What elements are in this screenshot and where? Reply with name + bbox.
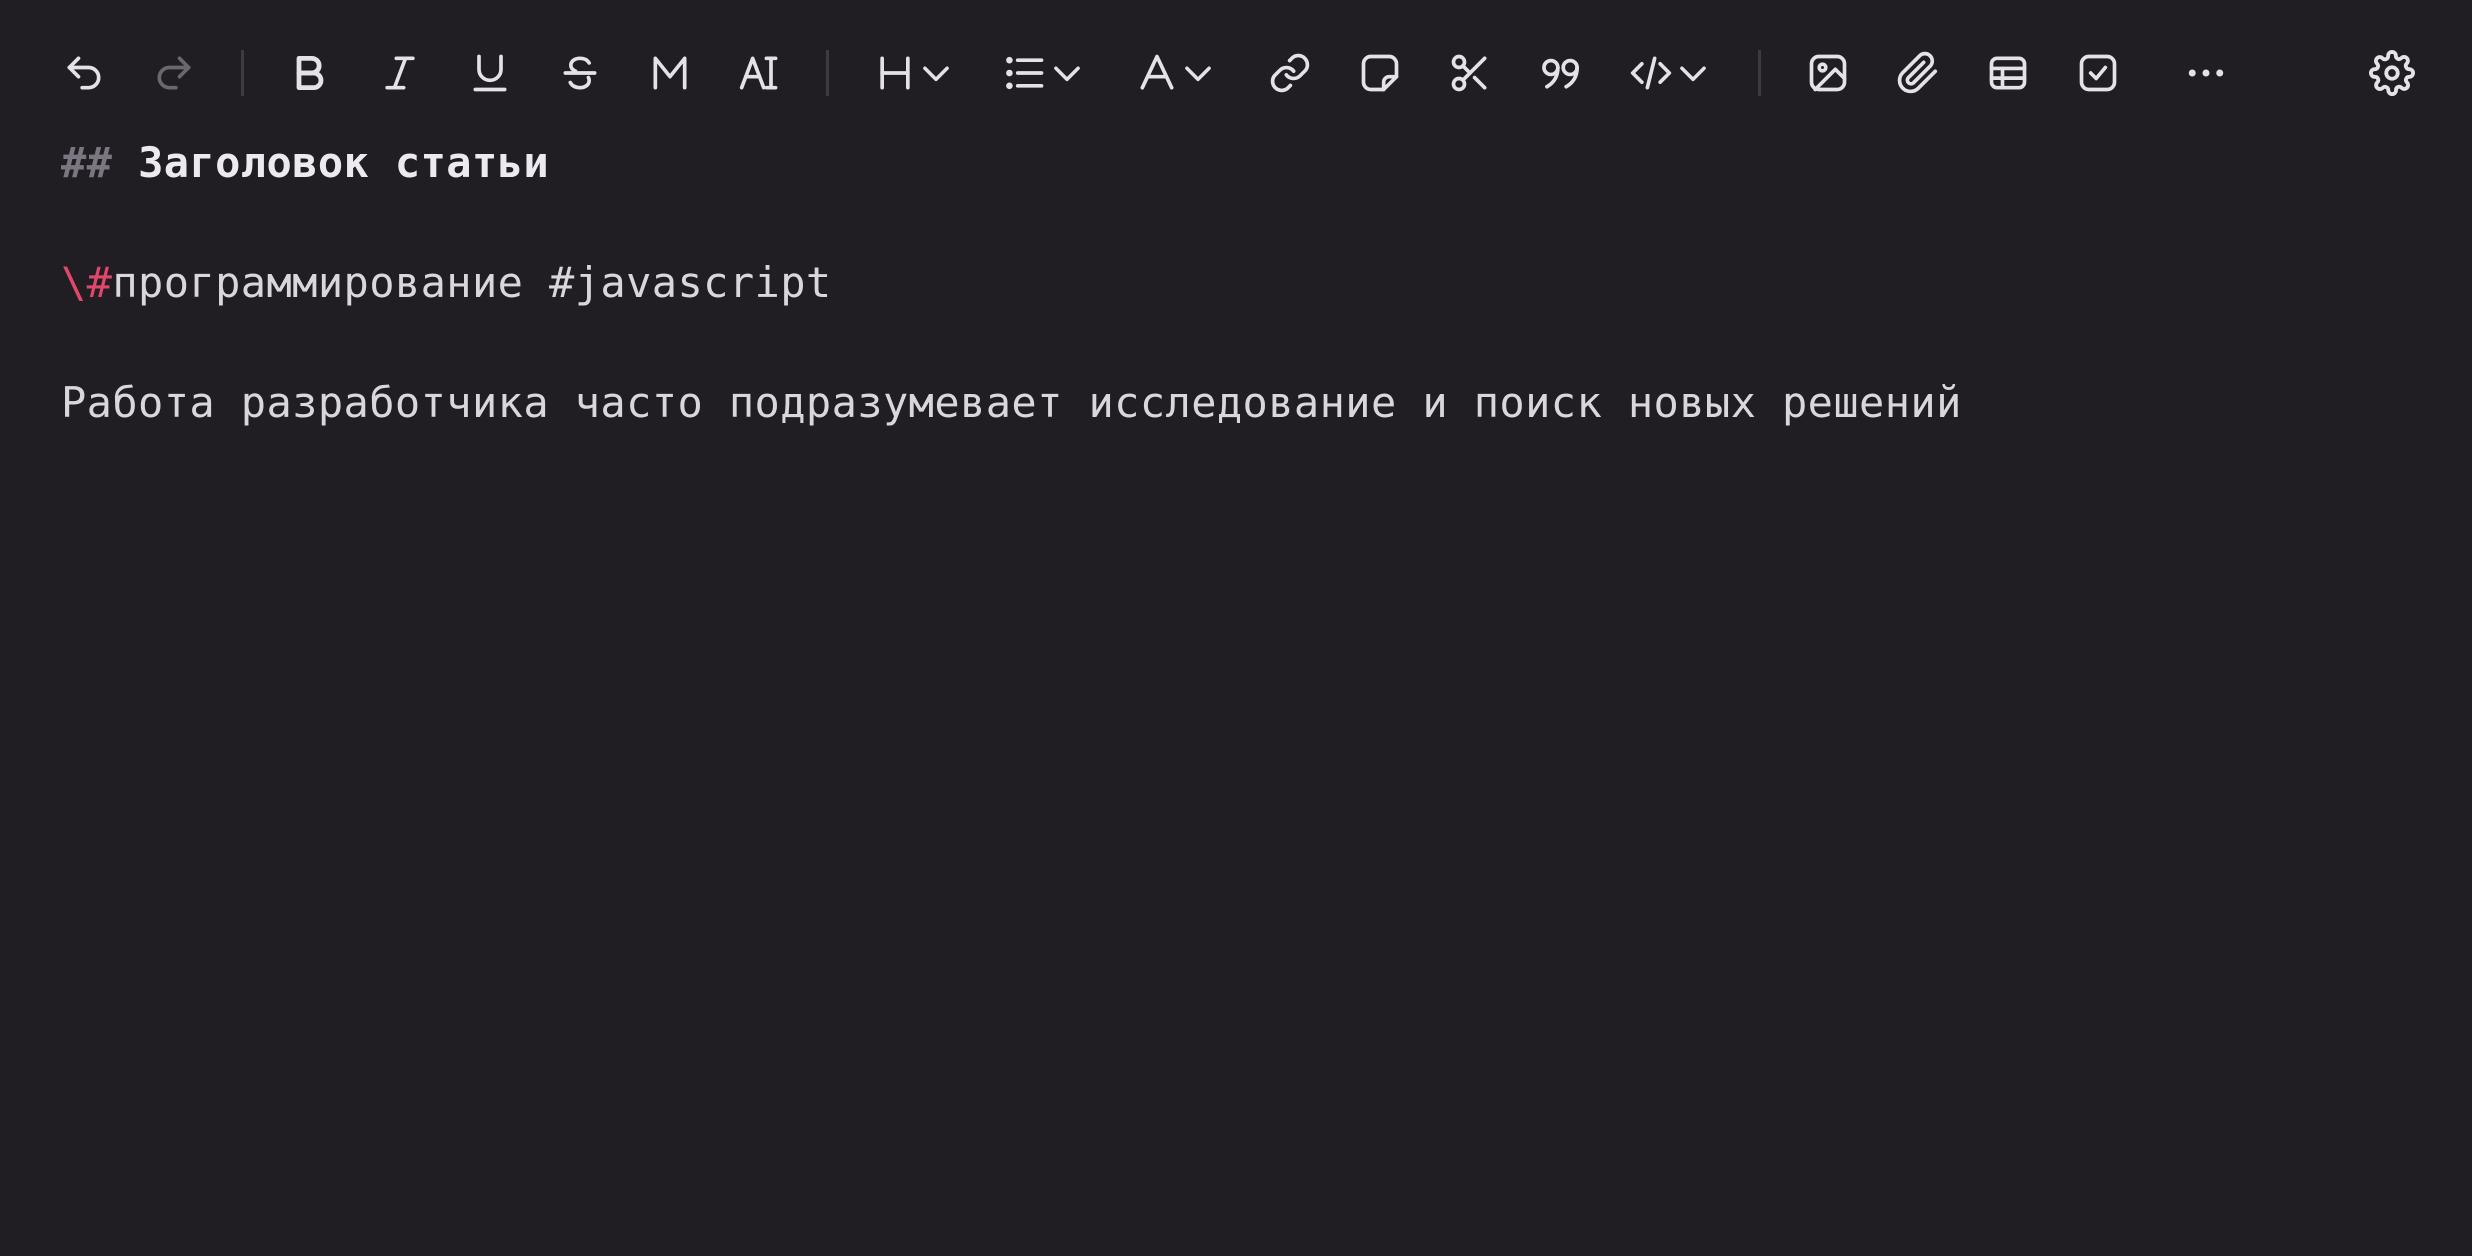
heading-text: Заголовок статьи [138, 138, 550, 187]
scissors-icon [1451, 54, 1487, 92]
bold-button[interactable] [282, 41, 338, 105]
heading-dropdown[interactable] [868, 41, 960, 105]
text-color-dropdown[interactable] [1130, 41, 1222, 105]
mark-icon [653, 56, 687, 90]
tags-line[interactable]: \#программирование #javascript [61, 248, 832, 318]
strikethrough-button[interactable] [552, 41, 608, 105]
redo-icon [157, 56, 191, 90]
table-button[interactable] [1980, 41, 2036, 105]
text-color-icon [1140, 54, 1174, 90]
bold-icon [296, 55, 324, 91]
link-button[interactable] [1262, 41, 1318, 105]
undo-icon [67, 56, 101, 90]
checkbox-icon [2079, 54, 2117, 92]
settings-button[interactable] [2364, 41, 2420, 105]
cut-button[interactable] [1442, 41, 1498, 105]
redo-button[interactable] [146, 41, 202, 105]
gear-icon [2369, 50, 2415, 96]
image-icon [1809, 54, 1847, 92]
link-icon [1270, 53, 1310, 93]
list-icon [1006, 56, 1044, 90]
italic-button[interactable] [372, 41, 428, 105]
heading-line[interactable]: ## Заголовок статьи [61, 128, 549, 198]
image-button[interactable] [1800, 41, 1856, 105]
toolbar-separator [1758, 50, 1761, 96]
quote-button[interactable] [1532, 41, 1590, 105]
mark-button[interactable] [642, 41, 698, 105]
tags-text: программирование #javascript [112, 258, 832, 307]
chevron-down-icon [1054, 66, 1080, 82]
paragraph-line[interactable]: Работа разработчика часто подразумевает … [61, 368, 1962, 438]
strikethrough-icon [563, 56, 597, 90]
heading-icon [880, 56, 910, 90]
more-icon [2188, 69, 2224, 77]
note-button[interactable] [1352, 41, 1408, 105]
code-icon [1630, 56, 1672, 90]
sticky-note-icon [1361, 54, 1399, 92]
quote-icon [1542, 58, 1579, 89]
toolbar-separator [826, 50, 829, 96]
chevron-down-icon [1680, 66, 1706, 82]
chevron-down-icon [923, 66, 949, 82]
italic-icon [385, 56, 415, 90]
clear-format-icon [739, 56, 778, 90]
editor-toolbar [0, 0, 2472, 146]
paragraph-text: Работа разработчика часто подразумевает … [61, 378, 1962, 427]
more-button[interactable] [2178, 41, 2234, 105]
toolbar-separator [241, 50, 244, 96]
list-dropdown[interactable] [996, 41, 1092, 105]
chevron-down-icon [1185, 66, 1211, 82]
attachment-button[interactable] [1890, 41, 1946, 105]
underline-icon [473, 54, 507, 92]
code-dropdown[interactable] [1622, 41, 1718, 105]
tag-escape-sequence: \# [61, 258, 113, 307]
markdown-editor: ## Заголовок статьи \#программирование #… [0, 0, 2472, 1256]
undo-button[interactable] [56, 41, 112, 105]
checkbox-button[interactable] [2070, 41, 2126, 105]
editor-content[interactable]: ## Заголовок статьи \#программирование #… [61, 128, 1961, 471]
clear-format-button[interactable] [732, 41, 788, 105]
paperclip-icon [1897, 51, 1938, 94]
heading-marker: ## [61, 138, 113, 187]
table-icon [1989, 56, 2027, 90]
underline-button[interactable] [462, 41, 518, 105]
